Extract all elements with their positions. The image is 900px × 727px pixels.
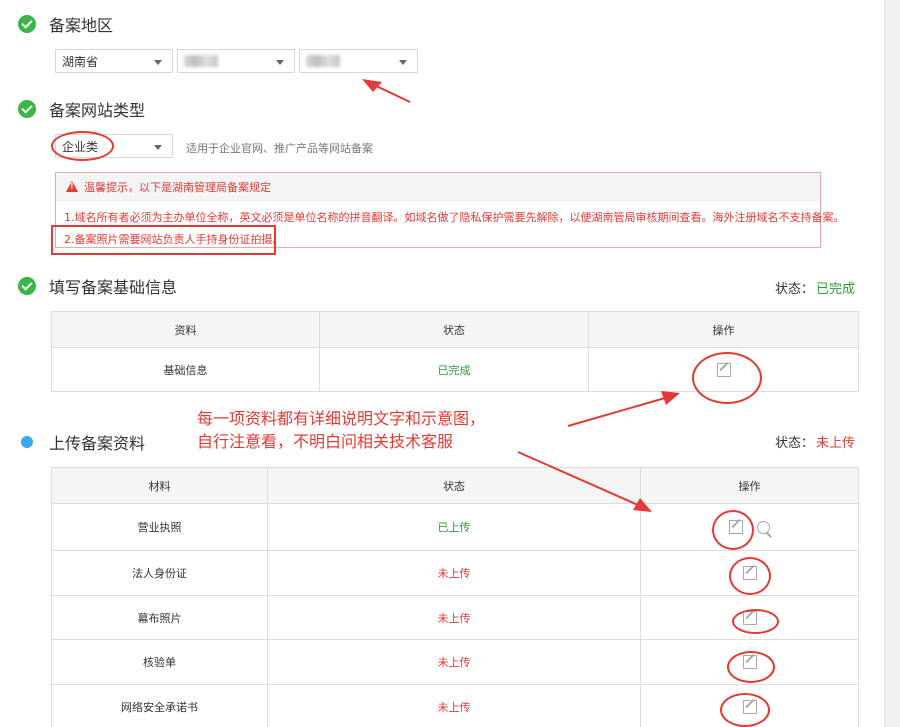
annotation-arrow-line <box>567 397 666 427</box>
annotation-arrow-line <box>517 451 639 506</box>
vertical-scrollbar[interactable] <box>884 0 900 727</box>
annotation-arrows <box>362 79 680 512</box>
annotation-arrowhead <box>362 79 382 92</box>
annotation-arrowhead <box>661 391 680 405</box>
main-content: 备案地区 湖南省 备案网站类型 企业类 适用于企业官网、推广产品等网站备案 温馨… <box>0 0 884 727</box>
